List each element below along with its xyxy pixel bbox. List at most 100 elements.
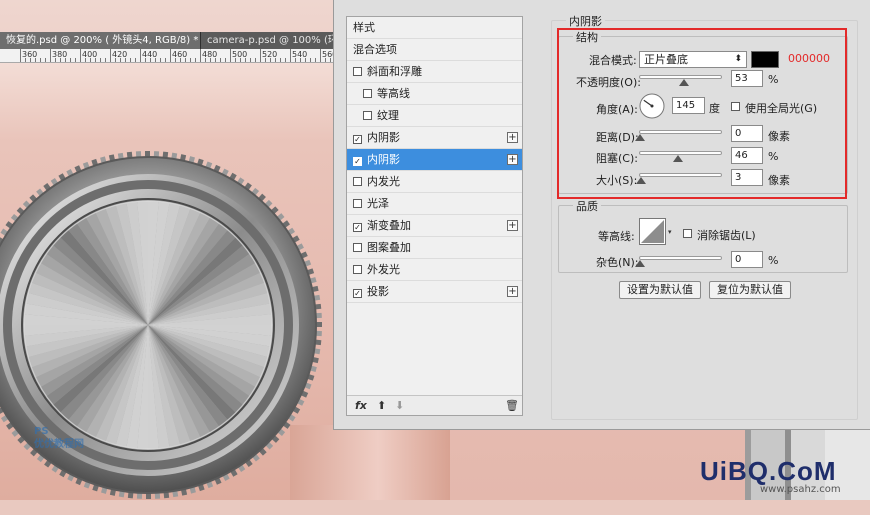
checked-checkbox[interactable]: ✓: [353, 289, 362, 298]
ruler-tick: [245, 58, 246, 62]
style-item[interactable]: 混合选项: [347, 39, 522, 61]
checkbox[interactable]: [353, 265, 362, 274]
anti-alias-label: 消除锯齿(L): [697, 229, 756, 242]
noise-slider-thumb[interactable]: [635, 260, 645, 267]
ruler-tick: [195, 58, 196, 62]
style-item[interactable]: ✓ 渐变叠加 +: [347, 215, 522, 237]
ruler-tick: [250, 58, 251, 62]
style-item[interactable]: 斜面和浮雕: [347, 61, 522, 83]
noise-input[interactable]: 0: [731, 251, 763, 268]
ruler-tick: [215, 58, 216, 62]
ruler-tick: [120, 58, 121, 62]
ruler-tick: [110, 49, 111, 62]
ruler-tick: [265, 58, 266, 62]
watermark-uibq: UiBQ.CoM: [700, 456, 837, 486]
checkbox[interactable]: [353, 199, 362, 208]
watermark-url: www.psahz.com: [760, 484, 841, 495]
ruler-tick: [240, 58, 241, 62]
ruler-tick: [275, 58, 276, 62]
ruler-tick: [190, 58, 191, 62]
ruler-tick: [280, 58, 281, 62]
add-effect-icon[interactable]: +: [507, 220, 518, 231]
ruler-tick: [35, 58, 36, 62]
horizontal-ruler: 360 380 400 420 440 460 480 500 520 540 560: [0, 49, 346, 63]
checkbox[interactable]: [353, 177, 362, 186]
style-item[interactable]: ✓ 投影 +: [347, 281, 522, 303]
ruler-tick: [295, 58, 296, 62]
ruler-tick: [25, 58, 26, 62]
style-item[interactable]: 光泽: [347, 193, 522, 215]
checked-checkbox[interactable]: ✓: [353, 223, 362, 232]
style-item-label: 投影: [367, 285, 389, 298]
ruler-tick: [30, 58, 31, 62]
ruler-tick: [85, 58, 86, 62]
style-item-label: 内阴影: [367, 131, 400, 144]
ruler-tick: [135, 58, 136, 62]
style-item[interactable]: 等高线: [347, 83, 522, 105]
checkbox[interactable]: [353, 243, 362, 252]
fx-icon[interactable]: fx: [355, 399, 367, 412]
watermark-left-logo: PS: [34, 426, 49, 437]
ruler-tick: [305, 58, 306, 62]
anti-alias-checkbox[interactable]: [683, 229, 692, 238]
checkbox[interactable]: [353, 67, 362, 76]
checkbox[interactable]: [363, 89, 372, 98]
watermark-left-text: 优优教程网: [34, 439, 84, 450]
trash-icon[interactable]: 🗑: [505, 399, 519, 412]
ruler-tick: [165, 58, 166, 62]
ruler-tick: [210, 58, 211, 62]
style-item[interactable]: 外发光: [347, 259, 522, 281]
add-effect-icon[interactable]: +: [507, 286, 518, 297]
contour-picker[interactable]: ▾: [639, 218, 675, 246]
style-item[interactable]: 纹理: [347, 105, 522, 127]
document-tab-label: camera-p.psd @ 100% (环2: [207, 35, 340, 46]
style-item-label: 外发光: [367, 263, 400, 276]
ruler-tick: [50, 49, 51, 62]
ruler-tick: [320, 49, 321, 62]
checkbox[interactable]: [363, 111, 372, 120]
style-item-label: 纹理: [377, 109, 399, 122]
ruler-tick: [230, 49, 231, 62]
style-item-label: 等高线: [377, 87, 410, 100]
add-effect-icon[interactable]: +: [507, 154, 518, 165]
style-item[interactable]: 内发光: [347, 171, 522, 193]
ruler-tick: [95, 58, 96, 62]
ruler-tick: [235, 58, 236, 62]
style-item[interactable]: ✓ 内阴影 +: [347, 127, 522, 149]
document-tabs: 恢复的.psd @ 200% ( 外镜头4, RGB/8) *× camera-…: [0, 32, 340, 49]
style-item[interactable]: 图案叠加: [347, 237, 522, 259]
ruler-tick: [160, 58, 161, 62]
checked-checkbox[interactable]: ✓: [353, 135, 362, 144]
structure-highlight-box: [557, 28, 847, 199]
ruler-tick: [325, 58, 326, 62]
ruler-tick: [55, 58, 56, 62]
move-up-icon[interactable]: ⬆: [377, 399, 386, 412]
knob-brushed-face: [24, 201, 272, 449]
style-item[interactable]: ✓ 内阴影 +: [347, 149, 522, 171]
document-tab[interactable]: camera-p.psd @ 100% (环2: [201, 32, 340, 49]
move-down-icon[interactable]: ⬇: [395, 399, 404, 412]
styles-list: 样式 混合选项 斜面和浮雕 等高线 纹理 ✓ 内阴影 + ✓ 内阴影 + 内发光 光泽 ✓ 渐变叠加 + 图案叠…: [346, 16, 523, 416]
ruler-tick: [260, 49, 261, 62]
set-default-button[interactable]: 设置为默认值: [619, 281, 701, 299]
ruler-tick: [150, 58, 151, 62]
ruler-tick: [80, 49, 81, 62]
ruler-tick: [40, 58, 41, 62]
checked-checkbox[interactable]: ✓: [353, 157, 362, 166]
style-item-label: 渐变叠加: [367, 219, 411, 232]
ruler-tick: [175, 58, 176, 62]
style-item[interactable]: 样式: [347, 17, 522, 39]
style-item-label: 斜面和浮雕: [367, 65, 422, 78]
ruler-tick: [155, 58, 156, 62]
ruler-tick: [45, 58, 46, 62]
noise-slider[interactable]: [635, 256, 722, 267]
reset-default-button[interactable]: 复位为默认值: [709, 281, 791, 299]
ruler-tick: [310, 58, 311, 62]
style-item-label: 混合选项: [353, 43, 397, 56]
ruler-tick: [300, 58, 301, 62]
contour-label: 等高线:: [598, 230, 635, 243]
document-tab-active[interactable]: 恢复的.psd @ 200% ( 外镜头4, RGB/8) *×: [0, 32, 202, 49]
add-effect-icon[interactable]: +: [507, 132, 518, 143]
ruler-tick: [285, 58, 286, 62]
ruler-tick: [70, 58, 71, 62]
